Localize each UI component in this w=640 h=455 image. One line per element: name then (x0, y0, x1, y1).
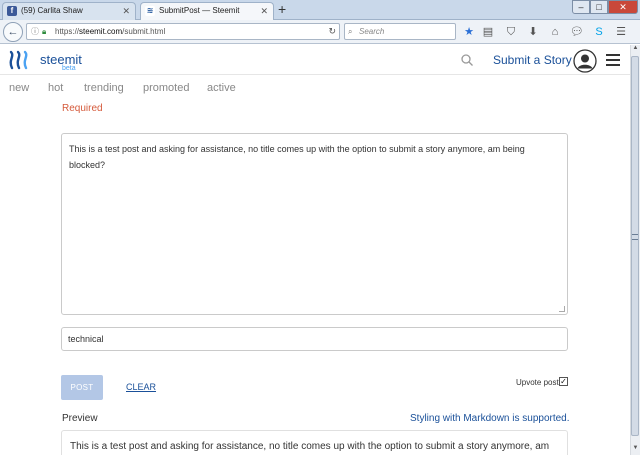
screen: f (59) Carlita Shaw ✕ ≋ SubmitPost — Ste… (0, 0, 640, 455)
preview-box: This is a test post and asking for assis… (61, 430, 568, 455)
reload-icon[interactable]: ↻ (328, 24, 336, 39)
nav-hot[interactable]: hot (48, 82, 63, 94)
nav-active[interactable]: active (207, 82, 236, 94)
nav-trending[interactable]: trending (84, 82, 124, 94)
back-icon[interactable]: ← (3, 22, 23, 42)
minimize-icon[interactable]: – (572, 0, 590, 14)
nav-promoted[interactable]: promoted (143, 82, 189, 94)
preview-heading: Preview (62, 413, 98, 424)
bookmark-star-icon[interactable]: ★ (462, 25, 476, 39)
post-button[interactable]: POST (61, 375, 103, 400)
search-icon: ⌕ (348, 27, 353, 36)
url-host: steemit.com (79, 27, 123, 36)
browser-menu-icon[interactable]: ☰ (614, 25, 628, 39)
skype-icon[interactable]: S (592, 25, 606, 39)
post-body-text: This is a test post and asking for assis… (69, 144, 525, 170)
steemit-logo-icon[interactable] (8, 50, 34, 70)
window-close-icon[interactable]: ✕ (608, 0, 638, 14)
hamburger-menu-icon[interactable] (606, 54, 620, 66)
submit-story-link[interactable]: Submit a Story (493, 53, 572, 67)
clear-button[interactable]: CLEAR (126, 382, 156, 392)
markdown-help-link[interactable]: Styling with Markdown is supported. (410, 413, 570, 424)
resize-grip-icon[interactable] (559, 306, 565, 312)
home-icon[interactable]: ⌂ (548, 25, 562, 39)
browser-search-input[interactable]: ⌕ Search (344, 23, 456, 40)
post-body-textarea[interactable]: This is a test post and asking for assis… (61, 133, 568, 315)
search-icon[interactable] (460, 53, 474, 67)
feed-nav: new hot trending promoted active (0, 78, 640, 100)
scrollbar-thumb[interactable] (631, 56, 639, 436)
facebook-icon: f (7, 6, 17, 16)
info-icon[interactable]: ⓘ (31, 24, 39, 39)
browser-tab-facebook[interactable]: f (59) Carlita Shaw ✕ (2, 2, 136, 20)
chat-icon[interactable]: 💬︎ (570, 25, 584, 39)
browser-nav-bar: ← ⓘ 🔒︎ https://steemit.com/submit.html ↻… (0, 20, 640, 44)
steemit-icon: ≋ (145, 6, 155, 16)
upvote-post-label: Upvote post (516, 378, 559, 387)
avatar[interactable] (573, 49, 597, 73)
site-header: steemit beta Submit a Story (0, 45, 640, 75)
tags-input[interactable]: technical (61, 327, 568, 351)
scroll-up-icon[interactable]: ▲ (631, 45, 640, 55)
url-path: /submit.html (122, 27, 166, 36)
browser-tab-bar: f (59) Carlita Shaw ✕ ≋ SubmitPost — Ste… (0, 0, 640, 20)
pocket-icon[interactable]: ⛉ (504, 25, 518, 39)
tab-label: SubmitPost — Steemit (159, 6, 240, 15)
preview-text: This is a test post and asking for assis… (70, 441, 550, 452)
download-icon[interactable]: ⬇ (526, 25, 540, 39)
url-prefix: https:// (55, 27, 80, 36)
scrollbar-grip-icon (632, 234, 638, 240)
maximize-icon[interactable]: □ (590, 0, 608, 14)
upvote-post-checkbox[interactable]: ✓ (559, 377, 568, 386)
browser-tab-steemit[interactable]: ≋ SubmitPost — Steemit ✕ (140, 2, 274, 20)
search-placeholder: Search (359, 27, 385, 36)
close-tab-icon[interactable]: ✕ (260, 3, 268, 19)
nav-new[interactable]: new (9, 82, 29, 94)
beta-label: beta (62, 65, 76, 72)
new-tab-icon[interactable]: + (278, 1, 286, 17)
tab-label: (59) Carlita Shaw (21, 6, 83, 15)
scroll-down-icon[interactable]: ▼ (631, 445, 640, 455)
tags-value: technical (68, 334, 104, 344)
lock-icon: 🔒︎ (42, 27, 47, 36)
reading-list-icon[interactable]: ▤ (481, 25, 495, 39)
close-tab-icon[interactable]: ✕ (122, 3, 130, 19)
address-bar[interactable]: ⓘ 🔒︎ https://steemit.com/submit.html ↻ (26, 23, 340, 40)
required-error-label: Required (62, 103, 103, 114)
